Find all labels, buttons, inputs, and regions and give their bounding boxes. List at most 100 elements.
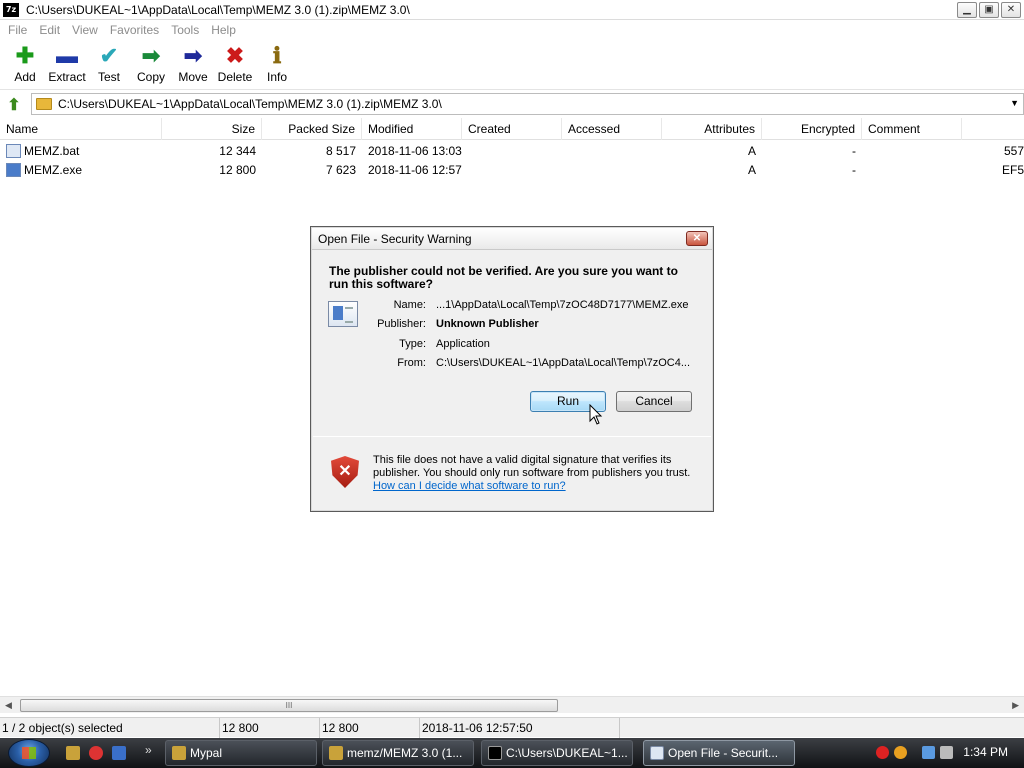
toolbar-add-button[interactable]: ✚ Add <box>4 40 46 89</box>
toolbar-label: Test <box>97 70 120 84</box>
menu-favorites[interactable]: Favorites <box>110 23 159 37</box>
search-icon[interactable] <box>894 746 907 759</box>
horizontal-scrollbar[interactable]: ◀ III ▶ <box>0 696 1024 713</box>
scroll-right-icon[interactable]: ▶ <box>1012 700 1019 711</box>
up-folder-button[interactable]: ⬆ <box>3 94 25 116</box>
toolbar-label: Delete <box>217 70 253 84</box>
maximize-button[interactable]: ▣ <box>979 2 999 18</box>
quicklaunch-browser-icon[interactable] <box>89 746 103 760</box>
menu-view[interactable]: View <box>72 23 98 37</box>
address-path: C:\Users\DUKEAL~1\AppData\Local\Temp\MEM… <box>58 97 442 111</box>
mouse-cursor-icon <box>589 404 603 425</box>
cancel-button[interactable]: Cancel <box>616 391 692 412</box>
column-created[interactable]: Created <box>462 118 562 140</box>
column-comment[interactable]: Comment <box>862 118 962 140</box>
dialog-question: The publisher could not be verified. Are… <box>329 264 678 291</box>
from-label: From: <box>397 357 426 369</box>
system-tray: 1:34 PM <box>866 738 1024 768</box>
delete-x-icon: ✖ <box>225 43 245 68</box>
column-packed-size[interactable]: Packed Size <box>262 118 362 140</box>
taskbar-item-mypal[interactable]: Mypal <box>165 740 317 766</box>
file-extra: 557 <box>1003 144 1024 158</box>
7zip-app-icon: 7z <box>3 2 19 17</box>
quicklaunch-app-icon[interactable] <box>66 746 80 760</box>
menu-help[interactable]: Help <box>211 23 236 37</box>
toolbar-test-button[interactable]: ✔ Test <box>88 40 130 89</box>
file-attributes: A <box>747 144 756 158</box>
batch-file-icon <box>6 144 21 158</box>
toolbar-info-button[interactable]: ℹ Info <box>256 40 298 89</box>
close-button[interactable]: ✕ <box>1001 2 1021 18</box>
dropdown-arrow-icon[interactable]: ▼ <box>1010 98 1019 108</box>
address-field[interactable]: C:\Users\DUKEAL~1\AppData\Local\Temp\MEM… <box>31 93 1024 115</box>
file-row[interactable]: MEMZ.exe 12 800 7 623 2018-11-06 12:57 A… <box>0 161 1024 180</box>
menu-file[interactable]: File <box>8 23 27 37</box>
info-icon: ℹ <box>272 43 282 68</box>
status-modified: 2018-11-06 12:57:50 <box>420 718 620 738</box>
security-shield-icon: ✕ <box>331 456 359 488</box>
status-packed: 12 800 <box>320 718 420 738</box>
status-selection: 1 / 2 object(s) selected <box>0 718 220 738</box>
file-size: 12 800 <box>219 163 256 177</box>
taskbar-item-label: C:\Users\DUKEAL~1... <box>506 746 628 760</box>
taskbar-item-label: Mypal <box>190 746 223 760</box>
menu-edit[interactable]: Edit <box>39 23 60 37</box>
taskbar-item-memz[interactable]: memz/MEMZ 3.0 (1... <box>322 740 474 766</box>
quicklaunch-more-icon[interactable]: » <box>145 743 152 757</box>
network-icon[interactable] <box>922 746 935 759</box>
file-list-header: Name Size Packed Size Modified Created A… <box>0 118 1024 140</box>
column-modified[interactable]: Modified <box>362 118 462 140</box>
status-bar: 1 / 2 object(s) selected 12 800 12 800 2… <box>0 717 1024 738</box>
file-extra: EF5 <box>1001 163 1024 177</box>
scroll-left-icon[interactable]: ◀ <box>5 700 12 711</box>
security-warning-dialog: Open File - Security Warning ✕ The publi… <box>310 226 714 512</box>
taskbar-item-security-warning[interactable]: Open File - Securit... <box>643 740 795 766</box>
scrollbar-thumb[interactable]: III <box>20 699 558 712</box>
volume-icon[interactable] <box>940 746 953 759</box>
window-icon <box>650 746 664 760</box>
column-accessed[interactable]: Accessed <box>562 118 662 140</box>
file-packed-size: 8 517 <box>325 144 356 158</box>
copy-arrow-icon: ➡ <box>141 43 161 68</box>
file-row[interactable]: MEMZ.bat 12 344 8 517 2018-11-06 13:03 A… <box>0 142 1024 161</box>
column-attributes[interactable]: Attributes <box>662 118 762 140</box>
toolbar-move-button[interactable]: ➡ Move <box>172 40 214 89</box>
minus-icon: ▬ <box>56 43 78 68</box>
move-arrow-icon: ➡ <box>183 43 203 68</box>
menu-bar: File Edit View Favorites Tools Help <box>0 20 1024 40</box>
plus-icon: ✚ <box>15 43 35 68</box>
status-size: 12 800 <box>220 718 320 738</box>
window-titlebar: 7z C:\Users\DUKEAL~1\AppData\Local\Temp\… <box>0 0 1024 20</box>
taskbar-item-7zip[interactable]: C:\Users\DUKEAL~1... <box>481 740 633 766</box>
column-name[interactable]: Name <box>0 118 162 140</box>
quicklaunch-desktop-icon[interactable] <box>112 746 126 760</box>
file-packed-size: 7 623 <box>325 163 356 177</box>
taskbar-item-label: memz/MEMZ 3.0 (1... <box>347 746 463 760</box>
file-modified: 2018-11-06 12:57 <box>368 163 462 177</box>
security-alert-icon[interactable] <box>876 746 889 759</box>
toolbar-copy-button[interactable]: ➡ Copy <box>130 40 172 89</box>
executable-file-icon <box>6 163 21 177</box>
minimize-button[interactable]: ▁ <box>957 2 977 18</box>
toolbar-extract-button[interactable]: ▬ Extract <box>46 40 88 89</box>
column-size[interactable]: Size <box>162 118 262 140</box>
dialog-close-button[interactable]: ✕ <box>686 231 708 246</box>
column-encrypted[interactable]: Encrypted <box>762 118 862 140</box>
toolbar-label: Copy <box>136 70 165 84</box>
7zip-icon <box>488 746 502 760</box>
file-size: 12 344 <box>219 144 256 158</box>
clock[interactable]: 1:34 PM <box>963 745 1008 759</box>
menu-tools[interactable]: Tools <box>171 23 199 37</box>
dialog-titlebar: Open File - Security Warning ✕ <box>312 228 712 250</box>
file-encrypted: - <box>852 163 856 177</box>
dialog-title: Open File - Security Warning <box>318 232 472 246</box>
window-title: C:\Users\DUKEAL~1\AppData\Local\Temp\MEM… <box>26 2 410 17</box>
start-button[interactable] <box>8 739 50 767</box>
address-bar: ⬆ C:\Users\DUKEAL~1\AppData\Local\Temp\M… <box>0 93 1024 117</box>
toolbar-delete-button[interactable]: ✖ Delete <box>214 40 256 89</box>
name-label: Name: <box>393 299 426 311</box>
help-link[interactable]: How can I decide what software to run? <box>373 480 566 492</box>
file-name: MEMZ.bat <box>24 144 80 158</box>
file-encrypted: - <box>852 144 856 158</box>
publisher-label: Publisher: <box>377 318 426 330</box>
